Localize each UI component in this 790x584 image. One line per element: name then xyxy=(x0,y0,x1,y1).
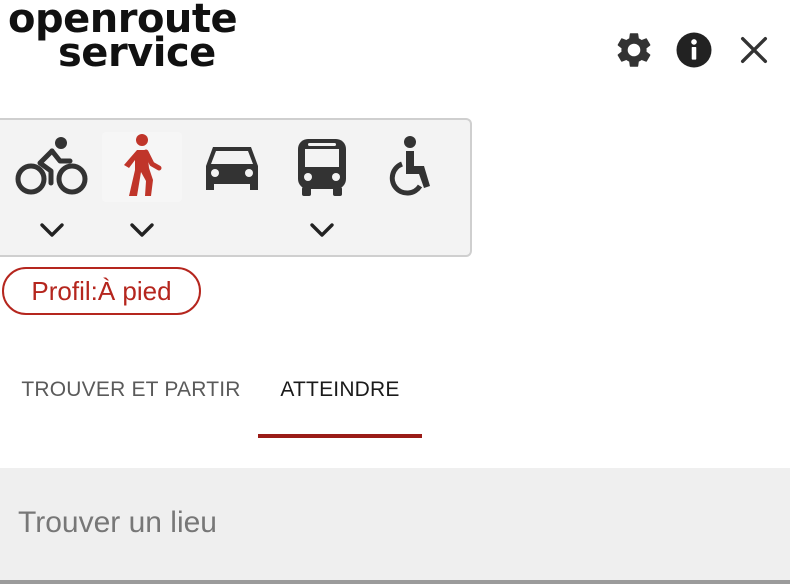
profile-wheelchair[interactable] xyxy=(368,120,456,257)
tab-label: ATTEINDRE xyxy=(280,378,400,401)
profile-car[interactable] xyxy=(188,120,276,257)
profile-chip[interactable]: Profil:À pied xyxy=(2,267,201,315)
tab-reach[interactable]: ATTEINDRE xyxy=(258,372,422,438)
info-icon xyxy=(676,32,712,68)
walk-icon xyxy=(124,134,162,196)
header-actions xyxy=(612,28,776,72)
bike-options-toggle[interactable] xyxy=(37,218,67,242)
info-button[interactable] xyxy=(672,28,716,72)
chevron-down-icon xyxy=(310,223,334,237)
car-icon xyxy=(206,147,258,190)
bus-options-toggle[interactable] xyxy=(307,218,337,242)
close-button[interactable] xyxy=(732,28,776,72)
profile-chip-label: Profil:À pied xyxy=(31,275,172,306)
active-tab-indicator xyxy=(258,434,422,438)
search-input[interactable] xyxy=(0,468,790,584)
profile-selector xyxy=(0,118,472,257)
profile-bike[interactable] xyxy=(8,120,96,257)
profile-walk[interactable] xyxy=(98,120,186,257)
openrouteservice-logo[interactable]: openroute service xyxy=(8,0,238,73)
close-icon xyxy=(740,36,768,64)
tab-label: TROUVER ET PARTIR xyxy=(21,378,241,401)
settings-button[interactable] xyxy=(612,28,656,72)
bus-icon xyxy=(298,139,346,196)
walk-options-toggle[interactable] xyxy=(127,218,157,242)
page: openroute service Profil:À pied TROUVER … xyxy=(0,0,790,584)
bike-icon xyxy=(15,137,88,195)
chevron-down-icon xyxy=(40,223,64,237)
profile-bus[interactable] xyxy=(278,120,366,257)
chevron-down-icon xyxy=(130,223,154,237)
gear-icon xyxy=(617,33,651,67)
wheelchair-icon xyxy=(389,136,430,196)
tab-find-and-go[interactable]: TROUVER ET PARTIR xyxy=(10,372,252,438)
